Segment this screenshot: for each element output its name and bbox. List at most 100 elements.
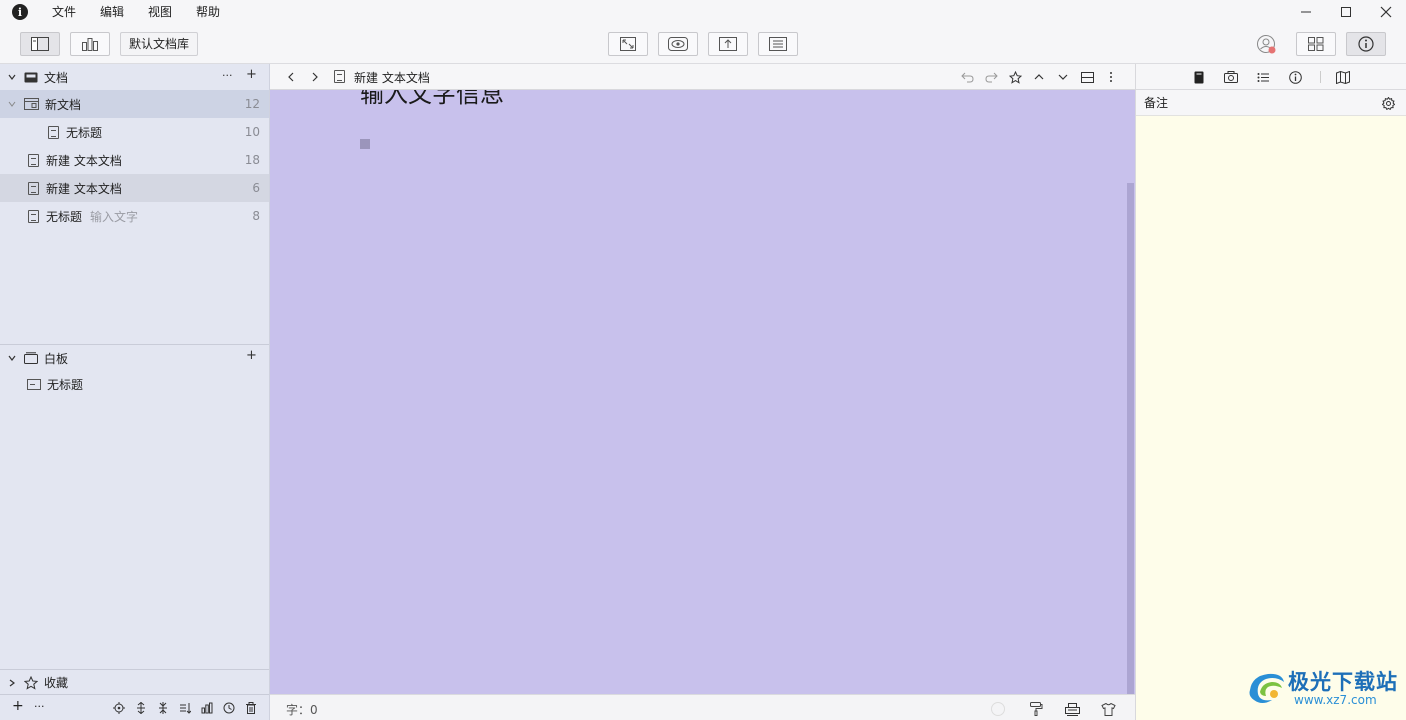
- tab-info[interactable]: [1288, 70, 1302, 84]
- minimize-button[interactable]: [1286, 0, 1326, 24]
- whiteboard-section-title: 白板: [44, 351, 69, 366]
- tab-snapshots[interactable]: [1224, 70, 1238, 84]
- chevron-right-icon[interactable]: [0, 678, 24, 688]
- favorites-section-header[interactable]: 收藏: [0, 670, 269, 695]
- maximize-button[interactable]: [1326, 0, 1366, 24]
- grid-view-button[interactable]: [1296, 32, 1336, 56]
- chevron-down-icon[interactable]: [0, 99, 24, 109]
- chevron-down-icon[interactable]: [0, 72, 24, 82]
- locate-icon[interactable]: [112, 701, 126, 715]
- sidebar: 文档 ··· + 新文档 12 无标题 10 新建 文本文档 18 新建 文本文…: [0, 64, 270, 720]
- docs-section-header[interactable]: 文档 ··· +: [0, 64, 269, 90]
- tab-map[interactable]: [1336, 70, 1350, 84]
- split-view-icon: [1080, 71, 1094, 83]
- toggle-sidebar-button[interactable]: [20, 32, 60, 56]
- outline-button[interactable]: [758, 32, 798, 56]
- inspector-panel: 备注: [1135, 64, 1406, 720]
- undo-icon: [960, 72, 974, 82]
- toggle-inspector-button[interactable]: [1346, 32, 1386, 56]
- status-bar: 字：0: [270, 694, 1135, 720]
- word-count: 8: [252, 209, 260, 223]
- tree-item-text-doc-1[interactable]: 新建 文本文档 18: [0, 146, 269, 174]
- favorite-button[interactable]: [1008, 70, 1022, 84]
- menu-help[interactable]: 帮助: [184, 0, 232, 24]
- trash-icon[interactable]: [244, 701, 258, 715]
- whiteboard-icon: [24, 352, 42, 364]
- library-selector[interactable]: 默认文档库: [120, 32, 199, 56]
- document-icon: [28, 153, 39, 167]
- document-heading[interactable]: 输入文字信息: [360, 90, 504, 109]
- app-logo-icon[interactable]: i: [12, 4, 28, 20]
- notes-settings-button[interactable]: [1381, 96, 1395, 110]
- watermark-url: www.xz7.com: [1294, 693, 1377, 707]
- expand-icon: [620, 37, 636, 51]
- text-cursor: [360, 139, 370, 149]
- tree-item-label: 新文档: [45, 97, 82, 112]
- user-icon: [1257, 35, 1276, 54]
- tab-outline[interactable]: [1256, 70, 1270, 84]
- more-options-button[interactable]: ···: [222, 69, 233, 82]
- editor-area[interactable]: 输入文字信息: [270, 90, 1135, 694]
- editor-header: 新建 文本文档: [270, 64, 1135, 90]
- scrollbar[interactable]: [1126, 90, 1135, 694]
- export-icon: [719, 37, 737, 51]
- statistics-icon[interactable]: [200, 701, 214, 715]
- tree-item-label: 无标题: [66, 125, 103, 140]
- folder-doc-icon: [24, 98, 39, 110]
- document-icon: [48, 125, 59, 139]
- menu-view[interactable]: 视图: [136, 0, 184, 24]
- expand-all-icon[interactable]: [134, 701, 148, 715]
- redo-button[interactable]: [984, 70, 998, 84]
- tree-item-text-doc-2[interactable]: 新建 文本文档 6: [0, 174, 269, 202]
- notes-label: 备注: [1144, 96, 1169, 110]
- previous-doc-button[interactable]: [1032, 70, 1046, 84]
- close-icon: [1380, 6, 1392, 18]
- eye-icon: [668, 37, 688, 51]
- scrollbar-thumb[interactable]: [1127, 183, 1134, 694]
- close-window-button[interactable]: [1366, 0, 1406, 24]
- whiteboard-item-untitled[interactable]: 无标题: [0, 370, 269, 398]
- theme-shirt-icon[interactable]: [1100, 701, 1116, 717]
- add-button[interactable]: +: [12, 698, 24, 714]
- focus-mode-button[interactable]: [608, 32, 648, 56]
- more-button[interactable]: ···: [34, 700, 45, 713]
- whiteboard-section-header[interactable]: 白板 +: [0, 345, 269, 371]
- preview-button[interactable]: [658, 32, 698, 56]
- add-whiteboard-button[interactable]: +: [246, 348, 257, 363]
- chevron-down-icon: [1058, 74, 1068, 80]
- tree-item-untitled[interactable]: 无标题 输入文字 8: [0, 202, 269, 230]
- export-button[interactable]: [708, 32, 748, 56]
- tab-notes[interactable]: [1192, 70, 1206, 84]
- account-button[interactable]: [1256, 34, 1278, 56]
- split-view-button[interactable]: [1080, 70, 1094, 84]
- undo-button[interactable]: [960, 70, 974, 84]
- forward-button[interactable]: [308, 70, 322, 84]
- word-count: 6: [252, 181, 260, 195]
- back-button[interactable]: [284, 70, 298, 84]
- tree-item-new-doc[interactable]: 新文档 12: [0, 90, 269, 118]
- add-document-button[interactable]: +: [246, 67, 257, 82]
- next-doc-button[interactable]: [1056, 70, 1070, 84]
- docs-section-title: 文档: [44, 70, 69, 85]
- view-mode-button[interactable]: [70, 32, 110, 56]
- menu-file[interactable]: 文件: [40, 0, 88, 24]
- menu-edit[interactable]: 编辑: [88, 0, 136, 24]
- star-icon: [1008, 70, 1022, 84]
- toolbar: 默认文档库: [0, 24, 1406, 64]
- editor-more-button[interactable]: [1104, 70, 1118, 84]
- tree-item-untitled-child[interactable]: 无标题 10: [0, 118, 269, 146]
- chevron-left-icon: [288, 72, 294, 82]
- watermark-title: 极光下载站: [1288, 670, 1398, 694]
- tab-separator: [1320, 71, 1321, 83]
- format-painter-icon[interactable]: [1028, 701, 1044, 717]
- watermark: 极光下载站 www.xz7.com: [1244, 666, 1404, 712]
- sort-icon[interactable]: [178, 701, 192, 715]
- progress-circle-icon[interactable]: [990, 701, 1006, 717]
- history-icon[interactable]: [222, 701, 236, 715]
- chevron-down-icon[interactable]: [0, 353, 24, 363]
- vertical-dots-icon: [1110, 72, 1112, 82]
- typewriter-icon[interactable]: [1064, 701, 1080, 717]
- notes-textarea[interactable]: [1136, 116, 1406, 720]
- word-count: 18: [244, 153, 260, 167]
- collapse-all-icon[interactable]: [156, 701, 170, 715]
